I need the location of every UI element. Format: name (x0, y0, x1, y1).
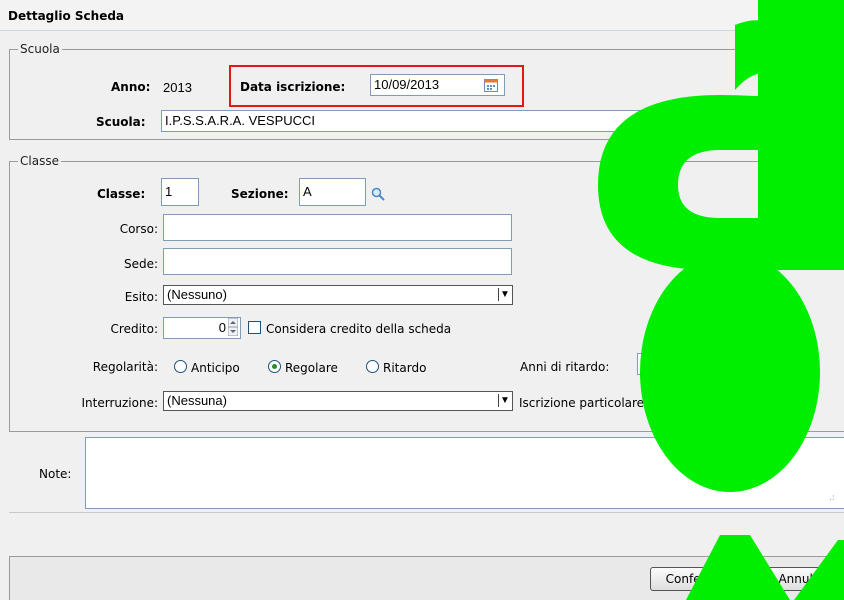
scuola-label: Scuola: (96, 115, 146, 129)
interruzione-label: Interruzione: (81, 396, 159, 410)
anno-value: 2013 (163, 80, 192, 95)
sezione-label: Sezione: (231, 187, 289, 201)
close-button[interactable]: X (830, 7, 844, 25)
chevron-down-icon: ▼ (692, 114, 705, 127)
classe-value: 1 (165, 184, 173, 199)
chevron-down-icon: ▼ (498, 288, 511, 301)
sede-input[interactable] (163, 248, 512, 275)
interruzione-select[interactable]: (Nessuna) ▼ (163, 391, 513, 411)
credito-label: Credito: (110, 322, 158, 336)
ritardo-label: Ritardo (383, 361, 427, 375)
note-textarea[interactable] (85, 437, 844, 509)
spinner-icon[interactable] (679, 355, 689, 373)
corso-label: Corso: (119, 222, 158, 236)
annulla-button[interactable]: Annulla (758, 567, 844, 591)
classe-legend: Classe (20, 154, 59, 168)
sezione-value: A (303, 184, 312, 199)
anticipo-label: Anticipo (191, 361, 240, 375)
note-label: Note: (39, 467, 72, 481)
regolarita-label: Regolarità: (92, 360, 158, 374)
footer-separator (9, 512, 844, 513)
iscrizione-particolare-label: Iscrizione particolare: (519, 396, 649, 410)
considera-label: Considera credito della scheda (266, 322, 452, 336)
title-bar: Dettaglio Scheda X (0, 0, 844, 31)
sede-label: Sede: (123, 257, 158, 271)
scuola-value: I.P.S.S.A.R.A. VESPUCCI (165, 113, 316, 128)
calendar-icon[interactable] (484, 78, 498, 92)
window-title: Dettaglio Scheda (8, 9, 125, 23)
considera-checkbox[interactable] (248, 321, 261, 334)
classe-input[interactable]: 1 (161, 178, 199, 206)
iscrizione-particolare-checkbox[interactable] (689, 395, 702, 408)
chevron-down-icon: ▼ (498, 394, 511, 407)
dialog-window: Dettaglio Scheda X Scuola Anno: 2013 Dat… (0, 0, 844, 600)
data-iscrizione-value: 10/09/2013 (374, 77, 440, 92)
conferma-button[interactable]: Conferma (650, 567, 740, 591)
credito-value: 0 (218, 320, 226, 335)
regolare-label: Regolare (285, 361, 338, 375)
esito-label: Esito: (124, 290, 158, 304)
anticipo-radio[interactable] (174, 360, 187, 373)
sezione-input[interactable]: A (299, 178, 366, 206)
regolare-radio[interactable] (268, 360, 281, 373)
scuola-select[interactable]: I.P.S.S.A.R.A. VESPUCCI ▼ (161, 110, 707, 132)
search-icon[interactable] (371, 187, 385, 201)
ritardo-radio[interactable] (366, 360, 379, 373)
data-iscrizione-label: Data iscrizione: (240, 80, 346, 94)
anni-ritardo-value: 0 (668, 356, 676, 371)
resize-grip-icon[interactable]: .: (829, 493, 835, 503)
esito-select[interactable]: (Nessuno) ▼ (163, 285, 513, 305)
esito-value: (Nessuno) (167, 287, 227, 302)
spinner-icon[interactable] (228, 318, 238, 336)
classe-label: Classe: (97, 187, 146, 201)
scuola-legend: Scuola (20, 42, 60, 56)
anni-ritardo-label: Anni di ritardo: (520, 360, 610, 374)
search-icon[interactable] (709, 114, 723, 128)
anno-label: Anno: (111, 80, 151, 94)
interruzione-value: (Nessuna) (167, 393, 227, 408)
corso-input[interactable] (163, 214, 512, 241)
